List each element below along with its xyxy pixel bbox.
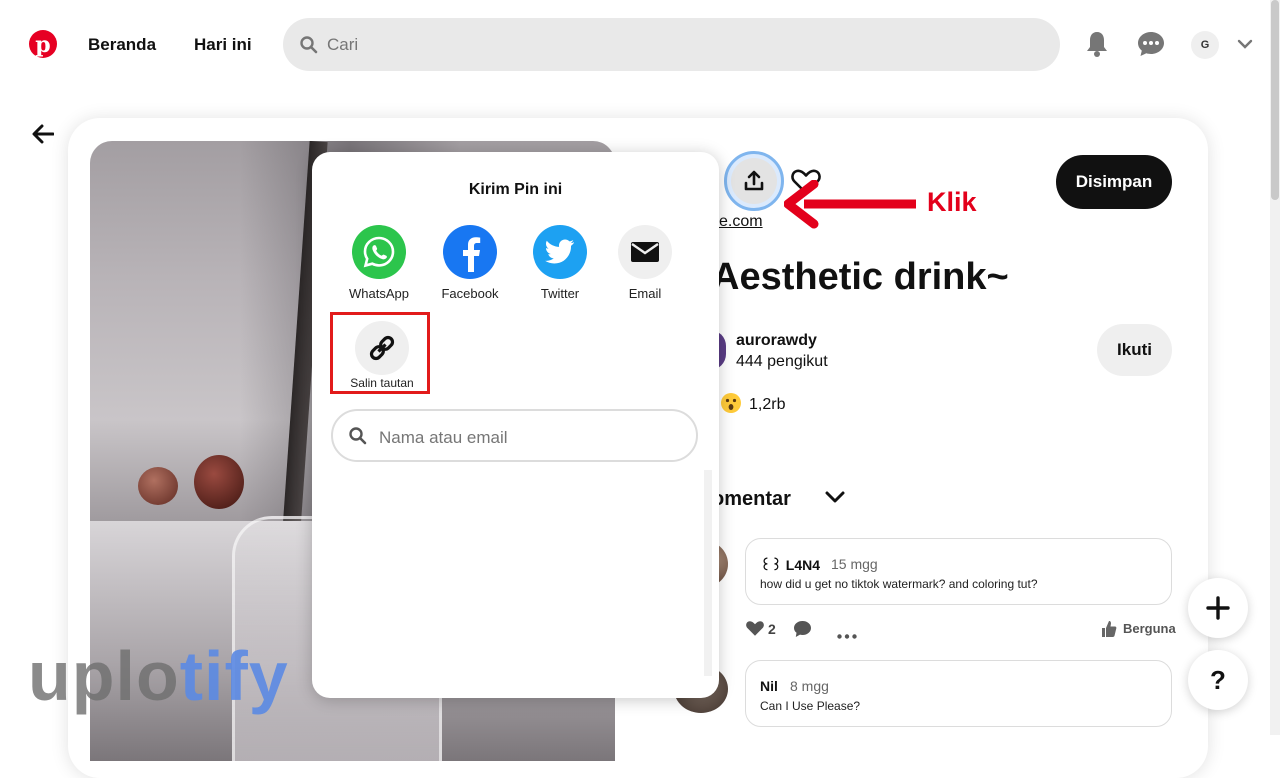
source-link[interactable]: e.com (719, 213, 763, 231)
copy-link-label: Salin tautan (350, 376, 414, 390)
annotation-arrow (783, 179, 920, 239)
share-facebook[interactable]: Facebook (430, 225, 510, 301)
comment-bubble: ꒰꒱ L4N4 15 mgg how did u get no tiktok w… (745, 538, 1172, 605)
email-icon (618, 225, 672, 279)
share-label: Twitter (540, 286, 580, 301)
follow-button[interactable]: Ikuti (1097, 324, 1172, 376)
more-options-icon[interactable] (837, 626, 857, 644)
upload-icon (744, 170, 764, 191)
search-bar[interactable] (283, 18, 1060, 71)
comment-time: 15 mgg (831, 556, 878, 572)
annotation-label: Klik (927, 187, 977, 217)
share-label: WhatsApp (349, 286, 409, 301)
watermark-part: uplo (28, 637, 180, 715)
chevron-down-icon[interactable] (1237, 37, 1253, 55)
search-icon (349, 427, 367, 450)
like-count: 2 (768, 621, 776, 637)
share-popup: Kirim Pin ini WhatsApp Facebook Twitter … (312, 152, 719, 698)
facebook-icon (443, 225, 497, 279)
chevron-down-icon[interactable] (825, 489, 845, 510)
comment-text: Can I Use Please? (760, 699, 861, 713)
like-icon[interactable] (745, 620, 765, 642)
watermark-logo: uplotify (28, 636, 289, 716)
share-whatsapp[interactable]: WhatsApp (339, 225, 419, 301)
page-scrollbar-thumb[interactable] (1271, 0, 1279, 200)
thumbs-up-icon[interactable] (1101, 620, 1117, 643)
search-placeholder: Cari (327, 35, 359, 54)
author-name[interactable]: aurorawdy (736, 332, 817, 350)
twitter-icon (533, 225, 587, 279)
back-arrow-icon[interactable] (32, 124, 55, 149)
comments-heading[interactable]: omentar (712, 488, 791, 511)
share-button[interactable] (724, 151, 784, 211)
whatsapp-icon (352, 225, 406, 279)
share-label: Facebook (441, 286, 499, 301)
recipient-search-placeholder: Nama atau email (379, 428, 508, 447)
share-twitter[interactable]: Twitter (520, 225, 600, 301)
svg-text:p: p (35, 32, 50, 58)
watermark-part-accent: tify (179, 637, 289, 715)
plus-icon (1206, 596, 1230, 620)
wow-emoji-icon (721, 393, 741, 413)
save-button[interactable]: Disimpan (1056, 155, 1172, 209)
image-fruit (194, 455, 244, 509)
popup-scrollbar[interactable] (704, 470, 712, 676)
share-label: Email (628, 286, 662, 301)
bell-icon[interactable] (1086, 31, 1108, 62)
share-email[interactable]: Email (605, 225, 685, 301)
reply-icon[interactable] (793, 620, 812, 643)
share-title: Kirim Pin ini (468, 181, 563, 198)
help-button[interactable]: ? (1188, 650, 1248, 710)
page-scrollbar[interactable] (1270, 0, 1280, 735)
chat-icon[interactable] (1137, 31, 1165, 62)
nav-today[interactable]: Hari ini (194, 35, 252, 55)
image-fruit (138, 467, 178, 505)
user-avatar[interactable]: G (1191, 31, 1219, 59)
comment-user[interactable]: ꒰꒱ L4N4 (760, 556, 820, 574)
share-button-inner (731, 158, 777, 204)
pinterest-logo[interactable]: p (29, 30, 57, 58)
search-icon (300, 36, 318, 59)
nav-home[interactable]: Beranda (88, 35, 156, 55)
comment-time: 8 mgg (790, 678, 829, 694)
add-button[interactable] (1188, 578, 1248, 638)
pin-title: Aesthetic drink~ (712, 256, 1009, 298)
link-icon (355, 321, 409, 375)
comment-text: how did u get no tiktok watermark? and c… (760, 577, 1038, 591)
comment-user[interactable]: Nil (760, 678, 778, 694)
comment-bubble: Nil 8 mgg Can I Use Please? (745, 660, 1172, 727)
recipient-search-input[interactable]: Nama atau email (331, 409, 698, 462)
helpful-label[interactable]: Berguna (1123, 621, 1176, 636)
author-followers: 444 pengikut (736, 353, 828, 370)
reaction-count: 1,2rb (749, 396, 786, 413)
copy-link-option[interactable]: Salin tautan (330, 312, 430, 394)
